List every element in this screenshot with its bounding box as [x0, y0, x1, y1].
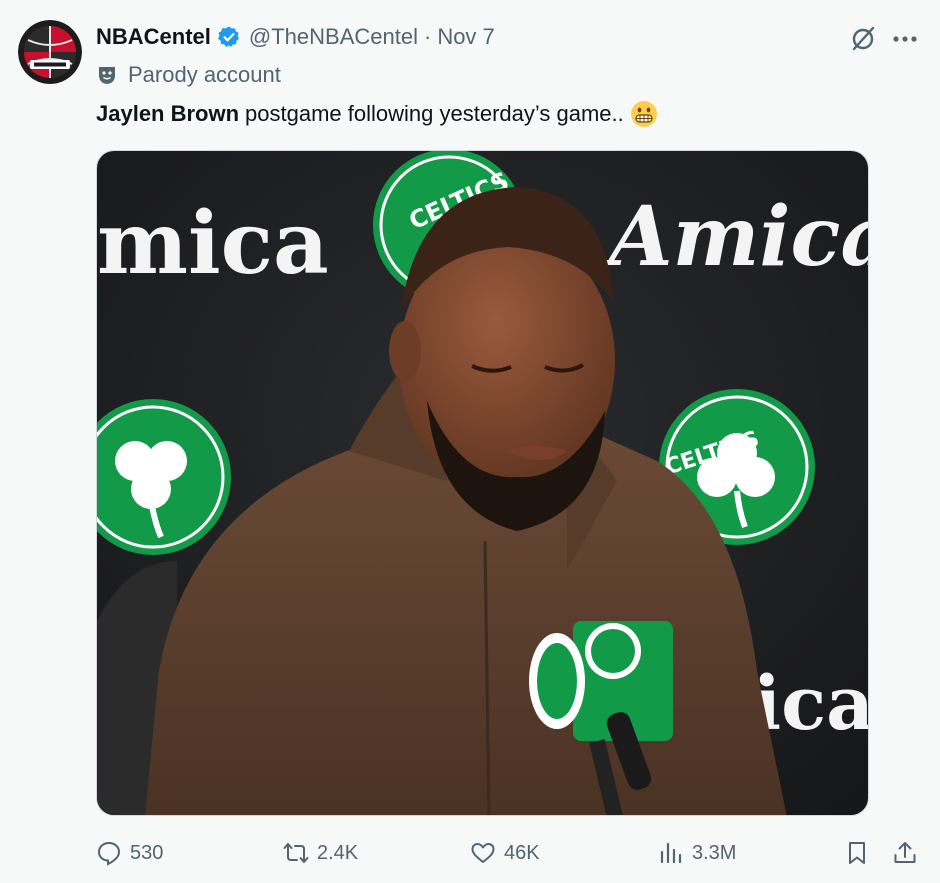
- backdrop-text-right: Amica: [602, 189, 869, 285]
- tweet-actions-bar: 530 2.4K 46K 3.3M: [0, 835, 940, 871]
- repost-count: 2.4K: [317, 841, 359, 864]
- author-name[interactable]: NBACentel: [96, 24, 211, 50]
- separator-dot: ·: [423, 24, 432, 49]
- avatar[interactable]: [18, 20, 82, 84]
- tweet-media-image[interactable]: mica Amica ica CELTICS CELTICS: [96, 150, 869, 816]
- tweet-text: Jaylen Brown postgame following yesterda…: [96, 97, 658, 131]
- more-options-icon[interactable]: [890, 24, 920, 54]
- views-button[interactable]: 3.3M: [658, 835, 736, 871]
- reply-icon: [97, 841, 121, 866]
- views-chart-icon: [660, 842, 682, 864]
- parody-mask-icon: [99, 67, 115, 84]
- share-button[interactable]: [892, 835, 918, 871]
- backdrop-text-bottom: ica: [753, 661, 869, 747]
- parody-label-row: Parody account: [96, 60, 281, 90]
- avatar-logo-icon: [18, 20, 82, 84]
- reply-count: 530: [130, 841, 164, 864]
- repost-icon: [283, 843, 309, 863]
- tweet-header: NBACentel @TheNBACentel · Nov 7: [96, 22, 495, 52]
- tweet-text-body: postgame following yesterday’s game..: [245, 101, 624, 126]
- grimacing-face-icon: [630, 101, 657, 127]
- views-count: 3.3M: [692, 841, 737, 864]
- bookmark-button[interactable]: [844, 835, 870, 871]
- like-button[interactable]: 46K: [470, 835, 540, 871]
- grok-icon[interactable]: [848, 24, 878, 54]
- bookmark-icon: [849, 842, 865, 864]
- tweet-card[interactable]: NBACentel @TheNBACentel · Nov 7 Parody a…: [0, 0, 940, 883]
- like-count: 46K: [504, 841, 540, 864]
- parody-account-label: Parody account: [128, 62, 281, 87]
- tweet-text-bold: Jaylen Brown: [96, 101, 240, 126]
- backdrop-text-left: mica: [97, 193, 329, 294]
- author-handle[interactable]: @TheNBACentel: [249, 24, 418, 50]
- press-conference-photo: mica Amica ica CELTICS CELTICS: [97, 151, 869, 815]
- verified-badge-icon: [218, 26, 239, 47]
- timestamp[interactable]: Nov 7: [437, 24, 494, 50]
- heart-icon: [471, 843, 495, 863]
- repost-button[interactable]: 2.4K: [283, 835, 358, 871]
- reply-button[interactable]: 530: [96, 835, 163, 871]
- share-icon: [894, 842, 916, 863]
